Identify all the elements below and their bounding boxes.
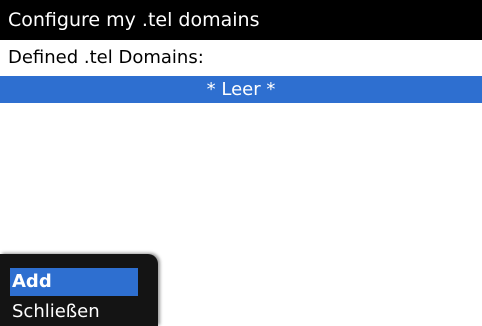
context-menu: Add Schließen bbox=[0, 254, 158, 326]
menu-item-add[interactable]: Add bbox=[10, 268, 138, 296]
menu-item-close[interactable]: Schließen bbox=[10, 298, 138, 326]
window-title: Configure my .tel domains bbox=[0, 0, 482, 40]
section-label: Defined .tel Domains: bbox=[0, 40, 482, 76]
list-item-empty[interactable]: * Leer * bbox=[0, 76, 482, 103]
